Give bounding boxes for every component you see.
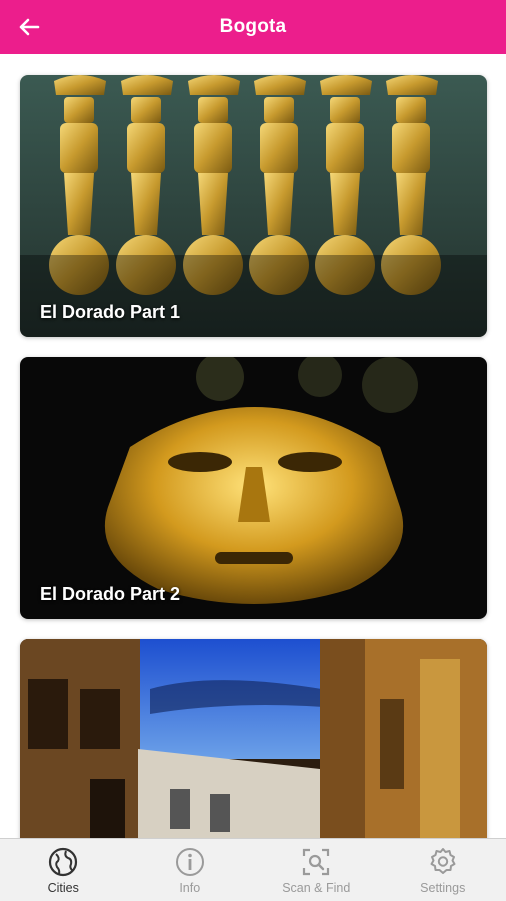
bottom-tab-bar: Cities Info Scan & Find Settings [0,838,506,901]
tab-cities[interactable]: Cities [0,839,127,901]
page-title: Bogota [220,16,287,38]
tour-list[interactable]: El Dorado Part 1 El Dorado Part 2 [0,54,506,838]
globe-icon [47,846,79,878]
colonial-street-image [20,639,487,838]
card-title: El Dorado Part 1 [40,302,180,323]
gold-figures-image [20,75,487,337]
scan-icon [300,846,332,878]
tour-card-street[interactable] [20,639,487,838]
arrow-left-icon [17,15,41,39]
tour-card-el-dorado-2[interactable]: El Dorado Part 2 [20,357,487,619]
back-button[interactable] [14,12,44,42]
tab-label: Cities [48,881,79,895]
tab-label: Info [179,881,200,895]
tab-label: Scan & Find [282,881,350,895]
tour-card-el-dorado-1[interactable]: El Dorado Part 1 [20,75,487,337]
tab-scan-find[interactable]: Scan & Find [253,839,380,901]
top-app-bar: Bogota [0,0,506,54]
gold-mask-image [20,357,487,619]
info-icon [174,846,206,878]
tab-settings[interactable]: Settings [380,839,506,901]
tab-label: Settings [420,881,465,895]
gear-icon [427,846,459,878]
card-title: El Dorado Part 2 [40,584,180,605]
tab-info[interactable]: Info [127,839,254,901]
